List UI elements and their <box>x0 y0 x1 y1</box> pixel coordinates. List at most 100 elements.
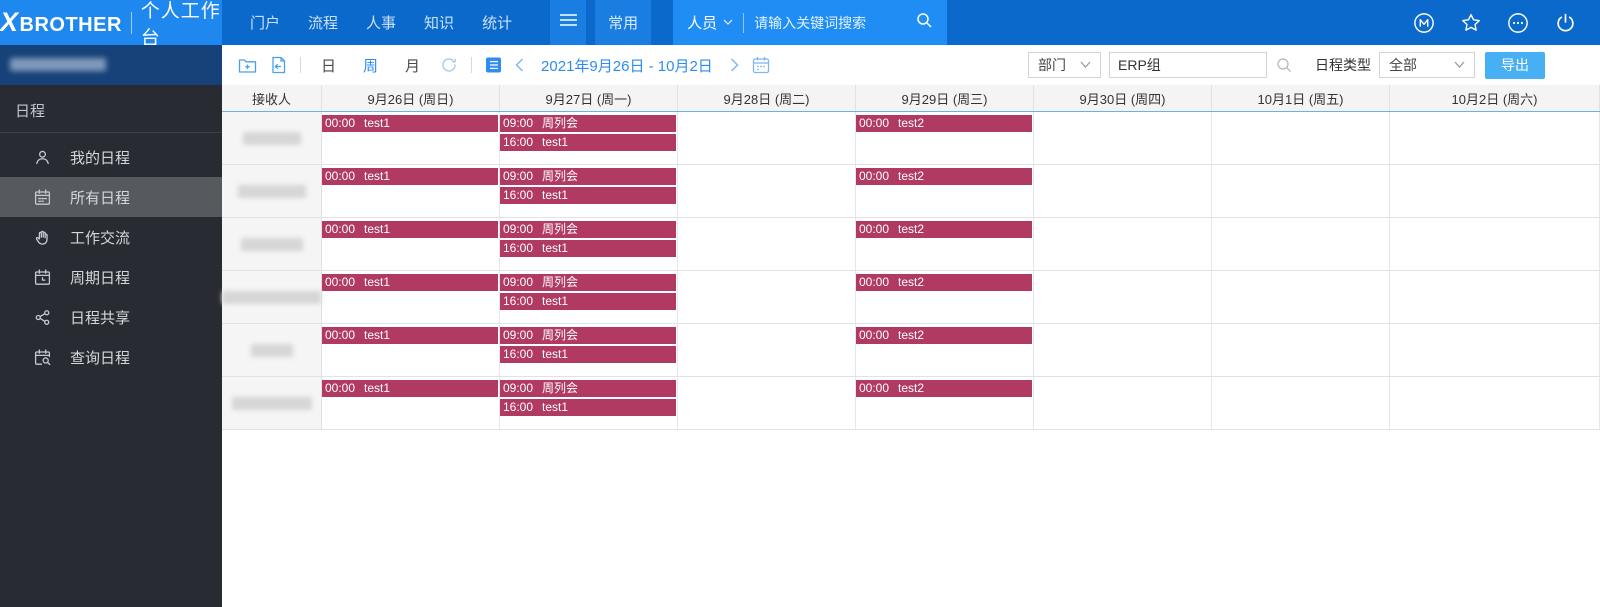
day-cell[interactable] <box>1034 218 1212 271</box>
day-cell[interactable]: 09:00周列会 16:00test1 <box>500 324 678 377</box>
day-cell[interactable] <box>1212 165 1390 218</box>
nav-item-3[interactable]: 人事 <box>352 0 410 45</box>
day-cell[interactable] <box>1390 377 1600 430</box>
agenda-list-icon[interactable] <box>485 56 502 74</box>
nav-item-5[interactable]: 统计 <box>468 0 526 45</box>
frequent-button[interactable]: 常用 <box>595 0 651 45</box>
day-cell[interactable] <box>1034 271 1212 324</box>
export-button[interactable]: 导出 <box>1485 52 1545 79</box>
event-bar[interactable]: 00:00test1 <box>322 327 498 344</box>
event-bar[interactable]: 00:00test1 <box>322 274 498 291</box>
sidebar-item-1[interactable]: 我的日程 <box>0 137 222 177</box>
day-cell[interactable] <box>1212 218 1390 271</box>
nav-item-4[interactable]: 知识 <box>410 0 468 45</box>
sidebar-item-3[interactable]: 工作交流 <box>0 217 222 257</box>
event-bar[interactable]: 16:00test1 <box>500 240 676 257</box>
power-logout-icon[interactable] <box>1554 12 1576 34</box>
day-cell[interactable] <box>1212 271 1390 324</box>
sidebar-item-2[interactable]: 所有日程 <box>0 177 222 217</box>
event-bar[interactable]: 00:00test1 <box>322 115 498 132</box>
day-cell[interactable]: 00:00test1 <box>322 271 500 324</box>
day-cell[interactable]: 09:00周列会 16:00test1 <box>500 377 678 430</box>
day-cell[interactable] <box>1212 112 1390 165</box>
day-cell[interactable]: 00:00test1 <box>322 377 500 430</box>
event-bar[interactable]: 16:00test1 <box>500 187 676 204</box>
more-options-icon[interactable] <box>1507 12 1529 34</box>
day-cell[interactable] <box>678 377 856 430</box>
day-cell[interactable]: 00:00test2 <box>856 324 1034 377</box>
day-cell[interactable] <box>1390 324 1600 377</box>
refresh-icon[interactable] <box>440 56 458 74</box>
day-cell[interactable]: 00:00test2 <box>856 165 1034 218</box>
day-cell[interactable] <box>1390 218 1600 271</box>
day-cell[interactable] <box>678 165 856 218</box>
search-category-dropdown[interactable]: 人员 <box>687 12 733 33</box>
day-cell[interactable]: 00:00test1 <box>322 324 500 377</box>
day-cell[interactable]: 00:00test1 <box>322 112 500 165</box>
view-week-button[interactable]: 周 <box>356 55 385 76</box>
event-bar[interactable]: 00:00test1 <box>322 221 498 238</box>
day-cell[interactable]: 00:00test1 <box>322 218 500 271</box>
day-cell[interactable] <box>678 218 856 271</box>
filter-search-icon[interactable] <box>1276 57 1293 74</box>
event-bar[interactable]: 00:00test2 <box>856 168 1032 185</box>
day-cell[interactable] <box>1034 377 1212 430</box>
event-bar[interactable]: 00:00test2 <box>856 115 1032 132</box>
event-bar[interactable]: 09:00周列会 <box>500 327 676 344</box>
event-bar[interactable]: 00:00test1 <box>322 380 498 397</box>
day-cell[interactable]: 09:00周列会 16:00test1 <box>500 112 678 165</box>
schedule-type-select[interactable]: 全部 <box>1379 52 1475 78</box>
search-icon[interactable] <box>916 12 933 34</box>
event-bar[interactable]: 16:00test1 <box>500 399 676 416</box>
sidebar-item-4[interactable]: 周期日程 <box>0 257 222 297</box>
day-cell[interactable] <box>678 324 856 377</box>
event-bar[interactable]: 00:00test2 <box>856 327 1032 344</box>
next-week-chevron-icon[interactable] <box>730 58 739 72</box>
view-month-button[interactable]: 月 <box>398 55 427 76</box>
day-cell[interactable]: 00:00test2 <box>856 271 1034 324</box>
apps-menu-button[interactable] <box>550 0 586 45</box>
event-bar[interactable]: 00:00test1 <box>322 168 498 185</box>
event-bar[interactable]: 16:00test1 <box>500 346 676 363</box>
day-cell[interactable]: 00:00test1 <box>322 165 500 218</box>
prev-week-chevron-icon[interactable] <box>515 58 524 72</box>
event-bar[interactable]: 09:00周列会 <box>500 380 676 397</box>
day-cell[interactable] <box>1212 377 1390 430</box>
messages-icon[interactable] <box>1413 12 1435 34</box>
event-bar[interactable]: 00:00test2 <box>856 221 1032 238</box>
event-bar[interactable]: 09:00周列会 <box>500 168 676 185</box>
day-cell[interactable] <box>1390 165 1600 218</box>
department-select[interactable]: 部门 <box>1028 52 1101 78</box>
event-bar[interactable]: 16:00test1 <box>500 293 676 310</box>
day-cell[interactable]: 00:00test2 <box>856 218 1034 271</box>
event-bar[interactable]: 00:00test2 <box>856 380 1032 397</box>
new-folder-icon[interactable] <box>238 57 257 74</box>
day-cell[interactable]: 00:00test2 <box>856 377 1034 430</box>
keyword-input[interactable] <box>1109 52 1267 78</box>
nav-item-1[interactable]: 门户 <box>236 0 294 45</box>
day-cell[interactable] <box>678 271 856 324</box>
date-picker-calendar-icon[interactable] <box>752 56 770 74</box>
day-cell[interactable]: 09:00周列会 16:00test1 <box>500 271 678 324</box>
import-schedule-icon[interactable] <box>270 56 287 74</box>
search-input[interactable] <box>754 15 906 31</box>
day-cell[interactable]: 00:00test2 <box>856 112 1034 165</box>
event-bar[interactable]: 16:00test1 <box>500 134 676 151</box>
nav-item-2[interactable]: 流程 <box>294 0 352 45</box>
favorites-star-icon[interactable] <box>1460 12 1482 34</box>
sidebar-item-6[interactable]: 查询日程 <box>0 337 222 377</box>
event-bar[interactable]: 00:00test2 <box>856 274 1032 291</box>
day-cell[interactable] <box>678 112 856 165</box>
day-cell[interactable] <box>1390 271 1600 324</box>
event-bar[interactable]: 09:00周列会 <box>500 221 676 238</box>
event-bar[interactable]: 09:00周列会 <box>500 115 676 132</box>
sidebar-item-5[interactable]: 日程共享 <box>0 297 222 337</box>
view-day-button[interactable]: 日 <box>314 55 343 76</box>
day-cell[interactable] <box>1034 165 1212 218</box>
day-cell[interactable] <box>1390 112 1600 165</box>
day-cell[interactable]: 09:00周列会 16:00test1 <box>500 165 678 218</box>
day-cell[interactable]: 09:00周列会 16:00test1 <box>500 218 678 271</box>
day-cell[interactable] <box>1212 324 1390 377</box>
day-cell[interactable] <box>1034 324 1212 377</box>
event-bar[interactable]: 09:00周列会 <box>500 274 676 291</box>
